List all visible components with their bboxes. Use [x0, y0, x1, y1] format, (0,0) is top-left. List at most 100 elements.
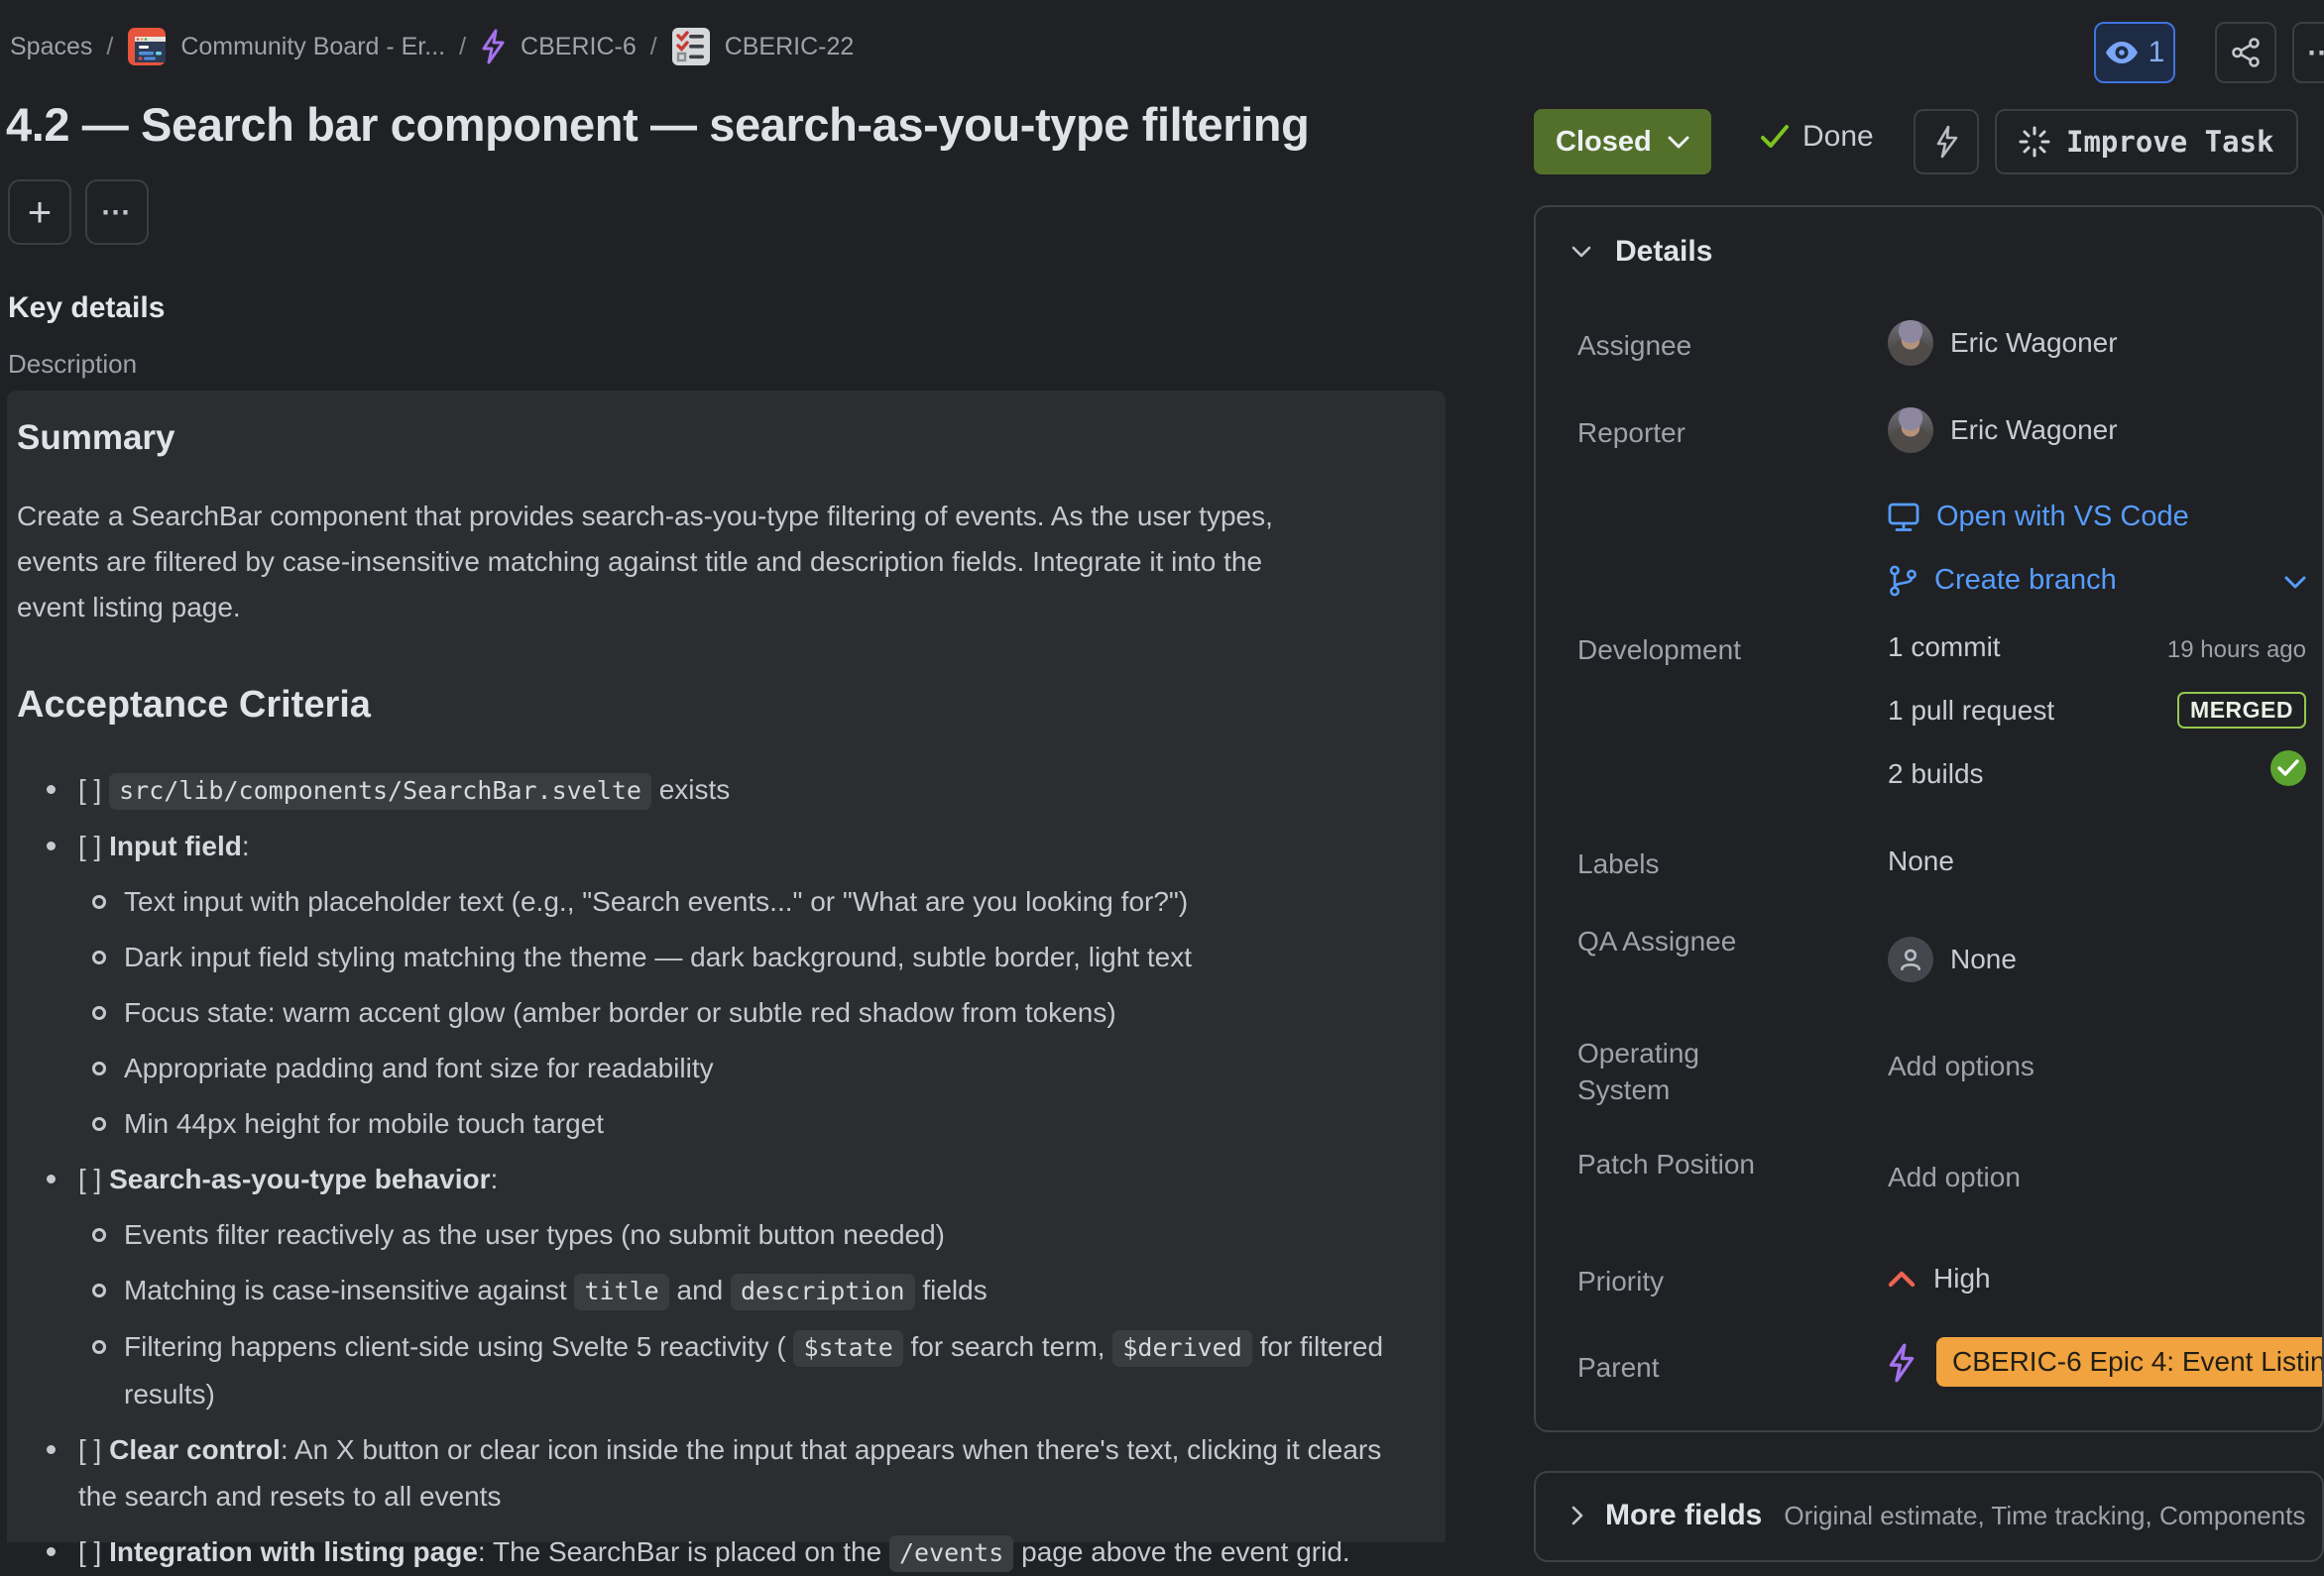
summary-line: event listing page. [17, 585, 1406, 630]
open-vscode-label: Open with VS Code [1936, 501, 2189, 533]
details-panel: Details Assignee Eric Wagoner Reporter E… [1534, 205, 2324, 1432]
more-fields-title: More fields [1605, 1499, 1762, 1532]
criteria-item: Events filter reactively as the user typ… [17, 1211, 1406, 1258]
criteria-item: Text input with placeholder text (e.g., … [17, 878, 1406, 925]
reporter-value[interactable]: Eric Wagoner [1888, 407, 2118, 453]
create-branch-link[interactable]: Create branch [1888, 564, 2117, 597]
criteria-text: [ ] [78, 1434, 109, 1465]
eye-icon [2105, 41, 2139, 64]
inline-code: description [731, 1274, 915, 1310]
epic-lightning-icon [480, 29, 507, 64]
reporter-avatar [1888, 407, 1933, 453]
development-label: Development [1577, 631, 1776, 668]
plus-icon: + [28, 188, 53, 236]
chevron-down-icon [1571, 246, 1591, 258]
status-label: Closed [1556, 126, 1652, 159]
improve-task-label: Improve Task [2066, 125, 2274, 159]
more-fields-header[interactable]: More fields Original estimate, Time trac… [1571, 1499, 2305, 1532]
criteria-text: and [669, 1275, 731, 1305]
assignee-avatar [1888, 320, 1933, 366]
qa-assignee-label: QA Assignee [1577, 923, 1776, 959]
patch-position-label: Patch Position [1577, 1146, 1776, 1182]
description-label: Description [8, 349, 137, 380]
sparkle-burst-icon [2019, 126, 2050, 158]
build-success-icon [2270, 750, 2306, 786]
open-vscode-link[interactable]: Open with VS Code [1888, 501, 2189, 533]
criteria-item: [ ] Search-as-you-type behavior: [17, 1156, 1406, 1202]
summary-heading: Summary [17, 418, 1406, 458]
automation-button[interactable] [1914, 109, 1979, 174]
criteria-text: for search term, [903, 1331, 1113, 1362]
create-branch-label: Create branch [1934, 564, 2117, 597]
status-dropdown[interactable]: Closed [1534, 109, 1711, 174]
inline-code: /events [889, 1535, 1013, 1572]
add-button[interactable]: + [8, 179, 71, 245]
patch-position-value[interactable]: Add option [1888, 1162, 2021, 1193]
criteria-text: Matching is case-insensitive against [124, 1275, 574, 1305]
project-board-icon [127, 27, 167, 66]
check-icon [1760, 123, 1790, 151]
more-options-button[interactable]: ⋯ [2292, 22, 2324, 83]
criteria-text: Events filter reactively as the user typ… [124, 1219, 945, 1250]
breadcrumb-spaces[interactable]: Spaces [10, 33, 92, 61]
summary-line: Create a SearchBar component that provid… [17, 494, 1406, 539]
criteria-text: Focus state: warm accent glow (amber bor… [124, 997, 1116, 1028]
breadcrumb: Spaces / Community Board - Er... / CBERI… [10, 27, 854, 66]
builds-link[interactable]: 2 builds [1888, 758, 1984, 790]
details-panel-header[interactable]: Details [1571, 235, 1712, 269]
criteria-text: [ ] [78, 1536, 109, 1567]
description-editor-panel[interactable]: Summary Create a SearchBar component tha… [7, 391, 1446, 1542]
more-actions-button[interactable]: ⋯ [85, 179, 149, 245]
breadcrumb-epic[interactable]: CBERIC-6 [521, 33, 637, 61]
chevron-down-icon [1668, 136, 1689, 149]
watch-button[interactable]: 1 [2094, 22, 2175, 83]
reporter-label: Reporter [1577, 414, 1776, 451]
git-branch-icon [1888, 565, 1917, 597]
improve-task-button[interactable]: Improve Task [1995, 109, 2298, 174]
qa-assignee-value[interactable]: None [1888, 937, 2017, 982]
breadcrumb-separator: / [459, 33, 466, 61]
criteria-item: [ ] src/lib/components/SearchBar.svelte … [17, 766, 1406, 814]
criteria-text: Clear control [109, 1434, 281, 1465]
criteria-text: [ ] [78, 831, 109, 861]
commits-link[interactable]: 1 commit [1888, 631, 2001, 663]
inline-code: $state [793, 1330, 902, 1367]
commits-timestamp: 19 hours ago [2167, 636, 2306, 664]
chevron-right-icon [1571, 1506, 1583, 1525]
criteria-text: [ ] [78, 1164, 109, 1194]
assignee-label: Assignee [1577, 327, 1776, 364]
criteria-item: Min 44px height for mobile touch target [17, 1100, 1406, 1147]
parent-epic-badge[interactable]: CBERIC-6 Epic 4: Event Listin [1936, 1337, 2324, 1387]
qa-assignee-name: None [1950, 944, 2017, 975]
inline-code: src/lib/components/SearchBar.svelte [109, 773, 651, 810]
assignee-value[interactable]: Eric Wagoner [1888, 320, 2118, 366]
criteria-item: [ ] Input field: [17, 823, 1406, 869]
inline-code: $derived [1112, 1330, 1251, 1367]
branch-chevron-down-icon[interactable] [2284, 576, 2306, 589]
criteria-item: Filtering happens client-side using Svel… [17, 1323, 1406, 1417]
breadcrumb-project[interactable]: Community Board - Er... [180, 33, 445, 61]
criteria-text: exists [651, 774, 730, 805]
reporter-name: Eric Wagoner [1950, 414, 2118, 446]
priority-value[interactable]: High [1888, 1263, 1991, 1295]
criteria-text: : [242, 831, 250, 861]
criteria-item: [ ] Clear control: An X button or clear … [17, 1426, 1406, 1520]
criteria-item: Appropriate padding and font size for re… [17, 1045, 1406, 1091]
breadcrumb-task[interactable]: CBERIC-22 [725, 33, 855, 61]
inline-code: title [574, 1274, 668, 1310]
criteria-text: Text input with placeholder text (e.g., … [124, 886, 1188, 917]
operating-system-value[interactable]: Add options [1888, 1051, 2034, 1082]
labels-value[interactable]: None [1888, 845, 1954, 877]
criteria-item: Focus state: warm accent glow (amber bor… [17, 989, 1406, 1036]
criteria-text: page above the event grid. [1013, 1536, 1349, 1567]
resolution-label: Done [1802, 120, 1874, 154]
parent-label: Parent [1577, 1349, 1776, 1386]
more-fields-panel: More fields Original estimate, Time trac… [1534, 1471, 2324, 1562]
lightning-icon [1931, 125, 1961, 159]
criteria-text: Min 44px height for mobile touch target [124, 1108, 604, 1139]
share-button[interactable] [2215, 22, 2276, 83]
criteria-text: Integration with listing page [109, 1536, 478, 1567]
breadcrumb-separator: / [650, 33, 657, 61]
pull-request-link[interactable]: 1 pull request [1888, 695, 2054, 727]
page-title: 4.2 — Search bar component — search-as-y… [6, 97, 1309, 152]
